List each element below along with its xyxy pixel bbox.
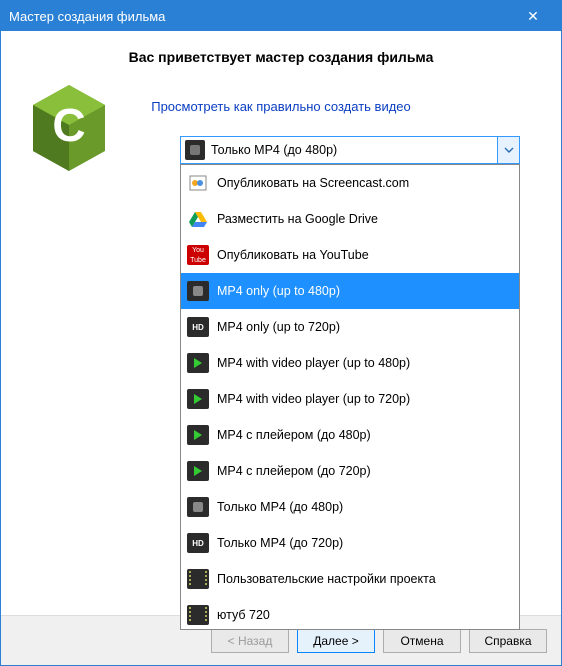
preset-option-label: MP4 with video player (up to 480p) <box>217 356 410 370</box>
preset-option[interactable]: Только MP4 (до 480p) <box>181 489 519 525</box>
hd-icon: HD <box>187 317 209 337</box>
wizard-body: Вас приветствует мастер создания фильма … <box>1 31 561 615</box>
chevron-down-icon[interactable] <box>497 137 519 163</box>
hd-icon: HD <box>187 533 209 553</box>
preset-dropdown[interactable]: Опубликовать на Screencast.com Разместить… <box>180 164 520 630</box>
film-icon <box>187 569 209 589</box>
preset-option[interactable]: MP4 with video player (up to 480p) <box>181 345 519 381</box>
play-icon <box>187 389 209 409</box>
preset-option-label: Только MP4 (до 720p) <box>217 536 343 550</box>
preset-option-label: MP4 only (up to 720p) <box>217 320 340 334</box>
preset-option-label: Разместить на Google Drive <box>217 212 378 226</box>
mp4-icon <box>187 497 209 517</box>
preset-option[interactable]: MP4 with video player (up to 720p) <box>181 381 519 417</box>
window-title: Мастер создания фильма <box>9 9 513 24</box>
preset-option-label: MP4 with video player (up to 720p) <box>217 392 410 406</box>
page-title: Вас приветствует мастер создания фильма <box>25 49 537 65</box>
next-button[interactable]: Далее > <box>297 629 375 653</box>
preset-option-label: Опубликовать на Screencast.com <box>217 176 409 190</box>
film-icon <box>187 605 209 625</box>
back-button: < Назад <box>211 629 289 653</box>
preset-option[interactable]: Разместить на Google Drive <box>181 201 519 237</box>
preset-option[interactable]: Опубликовать на Screencast.com <box>181 165 519 201</box>
close-icon[interactable]: ✕ <box>513 8 553 25</box>
svg-text:C: C <box>52 99 85 151</box>
titlebar[interactable]: Мастер создания фильма ✕ <box>1 1 561 31</box>
preset-option-label: Только MP4 (до 480p) <box>217 500 343 514</box>
wizard-window: Мастер создания фильма ✕ Вас приветствуе… <box>0 0 562 666</box>
preset-option-label: Опубликовать на YouTube <box>217 248 369 262</box>
gdrive-icon <box>187 209 209 229</box>
mp4-icon <box>187 281 209 301</box>
play-icon <box>187 353 209 373</box>
preset-option[interactable]: YouTube Опубликовать на YouTube <box>181 237 519 273</box>
preset-combobox[interactable]: Только MP4 (до 480p) <box>180 136 520 164</box>
play-icon <box>187 461 209 481</box>
preset-option-label: ютуб 720 <box>217 608 270 622</box>
preset-option-label: MP4 с плейером (до 720p) <box>217 464 371 478</box>
preset-option[interactable]: HD Только MP4 (до 720p) <box>181 525 519 561</box>
preset-option[interactable]: MP4 only (up to 480p) <box>181 273 519 309</box>
preset-option[interactable]: MP4 с плейером (до 480p) <box>181 417 519 453</box>
youtube-icon: YouTube <box>187 245 209 265</box>
preset-selected-label: Только MP4 (до 480p) <box>211 143 497 157</box>
preset-option[interactable]: MP4 с плейером (до 720p) <box>181 453 519 489</box>
play-icon <box>187 425 209 445</box>
camtasia-logo: C <box>29 85 109 180</box>
help-button[interactable]: Справка <box>469 629 547 653</box>
preset-option[interactable]: Пользовательские настройки проекта <box>181 561 519 597</box>
preset-option-label: Пользовательские настройки проекта <box>217 572 436 586</box>
cancel-button[interactable]: Отмена <box>383 629 461 653</box>
preset-option-label: MP4 с плейером (до 480p) <box>217 428 371 442</box>
preset-icon <box>185 140 205 160</box>
screencast-icon <box>187 173 209 193</box>
preset-option[interactable]: HD MP4 only (up to 720p) <box>181 309 519 345</box>
preset-option[interactable]: ютуб 720 <box>181 597 519 630</box>
preset-option-label: MP4 only (up to 480p) <box>217 284 340 298</box>
